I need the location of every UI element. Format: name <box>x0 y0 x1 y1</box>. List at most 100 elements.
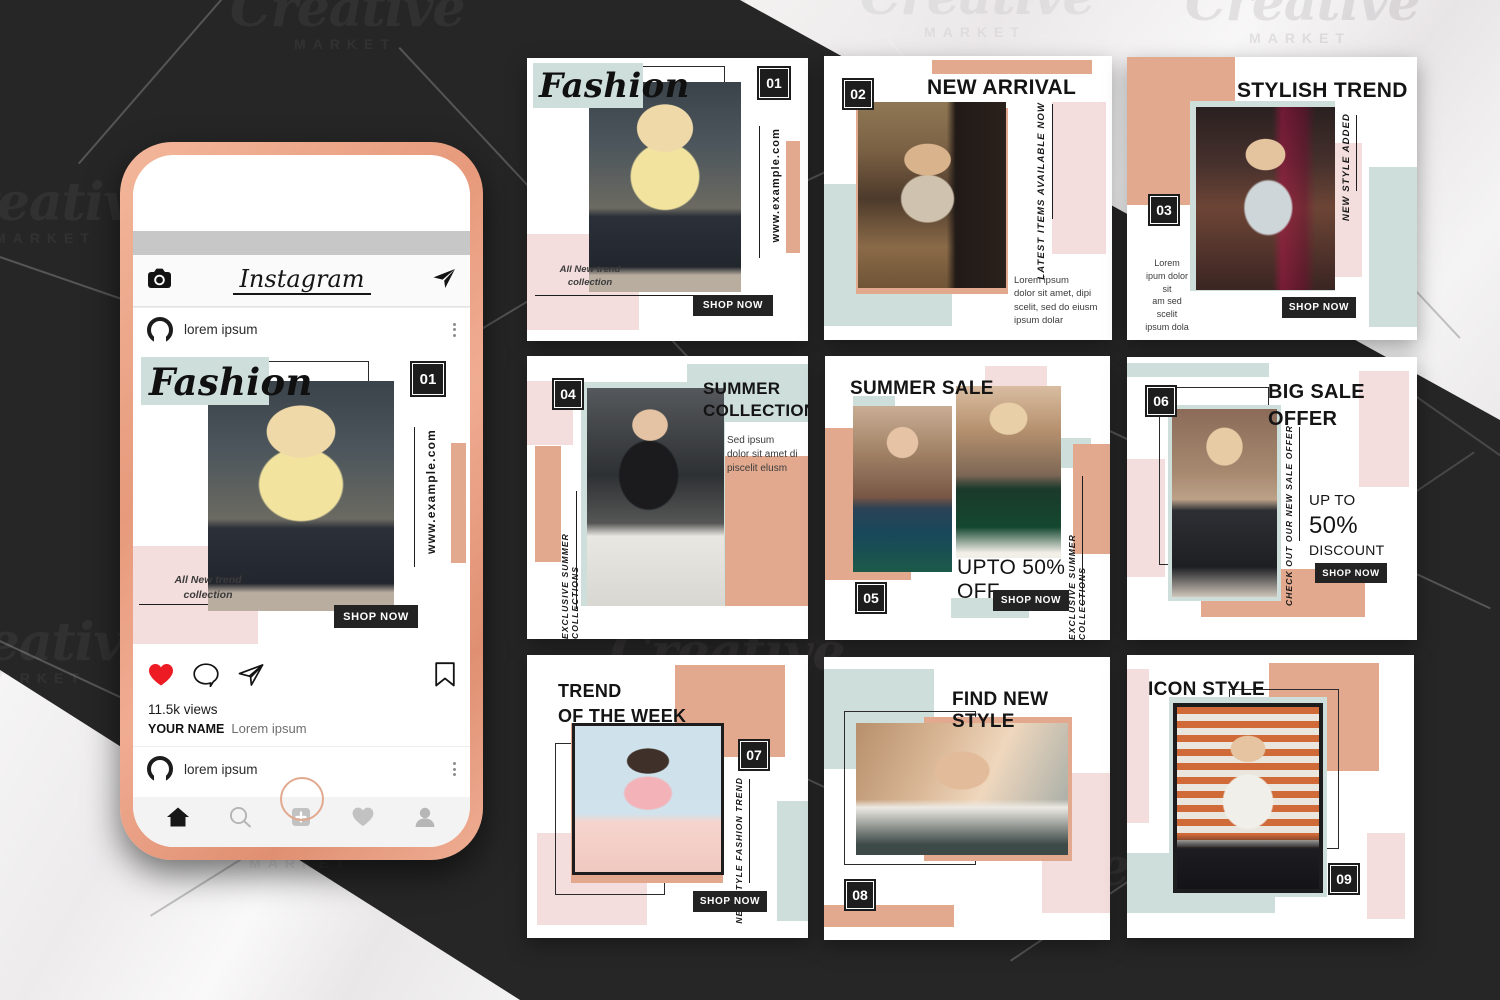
number-badge: 01 <box>757 66 791 100</box>
number-badge: 04 <box>552 378 584 410</box>
vertical-rule <box>1299 427 1301 541</box>
discount-line1: UP TO <box>1309 492 1356 509</box>
app-title: Instagram <box>233 266 371 295</box>
instagram-post-image: Fashion 01 www.example.com All New trend… <box>133 351 470 654</box>
shop-now-button[interactable]: SHOP NOW <box>693 891 767 912</box>
card-photo-left <box>853 406 952 572</box>
social-card-04[interactable]: SUMMER COLLECTION 04 EXCLUSIVE SUMMER CO… <box>527 356 808 639</box>
more-options-icon[interactable] <box>453 762 456 776</box>
status-bar <box>133 231 470 255</box>
shop-now-button[interactable]: SHOP NOW <box>993 590 1069 611</box>
card-vertical-text: NEW STYLE ADDED <box>1341 113 1352 221</box>
social-card-09[interactable]: ICON STYLE 09 <box>1127 655 1414 938</box>
search-icon[interactable] <box>228 806 252 833</box>
vertical-rule <box>1356 115 1358 191</box>
mint-block <box>1369 167 1417 327</box>
card-vertical-text: LATEST ITEMS AVAILABLE NOW <box>1036 102 1047 280</box>
card-body-text: All New trend collection <box>174 574 242 601</box>
more-options-icon[interactable] <box>453 322 456 337</box>
comment-icon[interactable] <box>193 662 219 692</box>
vertical-rule <box>749 779 751 883</box>
card-body-text: All New trend collection <box>559 264 621 289</box>
heart-icon[interactable] <box>148 663 174 692</box>
phone-screen: Instagram lorem ipsum Fashion 01 www.exa… <box>133 155 470 847</box>
peach-bar-right <box>451 443 466 563</box>
number-badge: 02 <box>842 78 874 110</box>
share-icon[interactable] <box>238 663 264 692</box>
card-photo <box>1196 107 1335 290</box>
number-badge: 05 <box>855 582 887 614</box>
social-card-03[interactable]: STYLISH TREND 03 NEW STYLE ADDED Lorem i… <box>1127 57 1417 340</box>
bookmark-icon[interactable] <box>435 662 455 692</box>
phone-top-bezel <box>133 155 470 231</box>
post-author-row: lorem ipsum <box>133 307 470 351</box>
peach-bar-left <box>535 446 561 562</box>
number-badge: 06 <box>1145 385 1177 417</box>
card-title: STYLISH TREND <box>1237 79 1408 102</box>
peach-block-right <box>725 456 808 606</box>
number-badge: 03 <box>1148 194 1180 226</box>
send-icon[interactable] <box>432 268 456 294</box>
card-title: ICON STYLE <box>1148 679 1266 700</box>
blush-block <box>1052 102 1106 254</box>
next-post-author-name: lorem ipsum <box>184 761 258 777</box>
number-badge: 09 <box>1328 863 1360 895</box>
card-photo <box>856 723 1068 855</box>
social-card-07[interactable]: TREND OF THE WEEK 07 NEW STYLE FASHION T… <box>527 655 808 938</box>
discount-amount: 50% <box>1309 512 1358 539</box>
card-title: TREND OF THE WEEK <box>558 681 687 726</box>
number-badge: 07 <box>738 739 770 771</box>
avatar <box>147 756 173 783</box>
activity-icon[interactable] <box>351 806 375 833</box>
phone-mockup: Instagram lorem ipsum Fashion 01 www.exa… <box>120 142 483 860</box>
home-button[interactable] <box>279 777 324 821</box>
discount-label: DISCOUNT <box>1309 542 1385 558</box>
blush-block-right <box>1359 371 1409 487</box>
card-photo <box>1172 409 1277 597</box>
social-card-05[interactable]: SUMMER SALE 05 EXCLUSIVE SUMMER COLLECTI… <box>825 356 1110 640</box>
blush-block-right <box>1367 833 1405 919</box>
card-title: SUMMER COLLECTION <box>703 379 808 420</box>
social-card-01[interactable]: Fashion 01 www.example.com All New trend… <box>527 58 808 341</box>
mint-top-bar <box>1127 363 1269 377</box>
home-icon[interactable] <box>166 806 190 833</box>
camera-icon[interactable] <box>147 268 172 294</box>
views-count: 11.5k views <box>133 700 470 721</box>
caption-username: YOUR NAME <box>148 722 225 736</box>
peach-top-bar <box>932 60 1092 74</box>
vertical-rule <box>759 126 761 258</box>
post-action-bar <box>133 654 470 700</box>
post-author-name: lorem ipsum <box>184 322 258 337</box>
social-card-06[interactable]: BIG SALE OFFER 06 CHECK OUT OUR NEW SALE… <box>1127 357 1417 640</box>
card-body-text: Lorem ipsum dolor sit amet, dipi scelit,… <box>1014 275 1098 327</box>
card-title: FIND NEW STYLE <box>952 689 1049 732</box>
card-vertical-text: EXCLUSIVE SUMMER COLLECTIONS <box>560 533 580 639</box>
social-card-02[interactable]: NEW ARRIVAL 02 LATEST ITEMS AVAILABLE NO… <box>824 56 1112 340</box>
vertical-rule <box>1052 104 1054 219</box>
card-body-text: Sed ipsum dolor sit amet di piscelit elu… <box>727 435 798 475</box>
avatar <box>147 316 173 344</box>
caption-text: Lorem ipsum <box>231 721 307 736</box>
number-badge: 01 <box>410 361 446 397</box>
peach-bar-right <box>786 141 800 253</box>
shop-now-button[interactable]: SHOP NOW <box>334 605 418 628</box>
mint-block-right <box>777 801 808 921</box>
vertical-rule <box>414 427 416 567</box>
blush-block-left <box>1127 669 1149 823</box>
instagram-header: Instagram <box>133 255 470 307</box>
card-body-text: Lorem ipum dolor sit am sed scelit ipsum… <box>1145 258 1189 332</box>
card-vertical-text: www.example.com <box>770 128 782 243</box>
social-card-08[interactable]: FIND NEW STYLE 08 <box>824 657 1110 940</box>
number-badge: 08 <box>844 879 876 911</box>
card-photo <box>589 82 741 292</box>
shop-now-button[interactable]: SHOP NOW <box>1282 297 1356 318</box>
card-title: Fashion <box>539 66 690 106</box>
card-vertical-text: CHECK OUT OUR NEW SALE OFFER <box>1284 425 1294 606</box>
shop-now-button[interactable]: SHOP NOW <box>1315 563 1387 583</box>
card-title: SUMMER SALE <box>850 378 994 399</box>
profile-icon[interactable] <box>413 806 437 833</box>
post-caption: YOUR NAME Lorem ipsum <box>133 721 470 747</box>
card-title: BIG SALE OFFER <box>1268 381 1365 430</box>
shop-now-button[interactable]: SHOP NOW <box>693 295 773 316</box>
card-photo <box>572 723 724 875</box>
